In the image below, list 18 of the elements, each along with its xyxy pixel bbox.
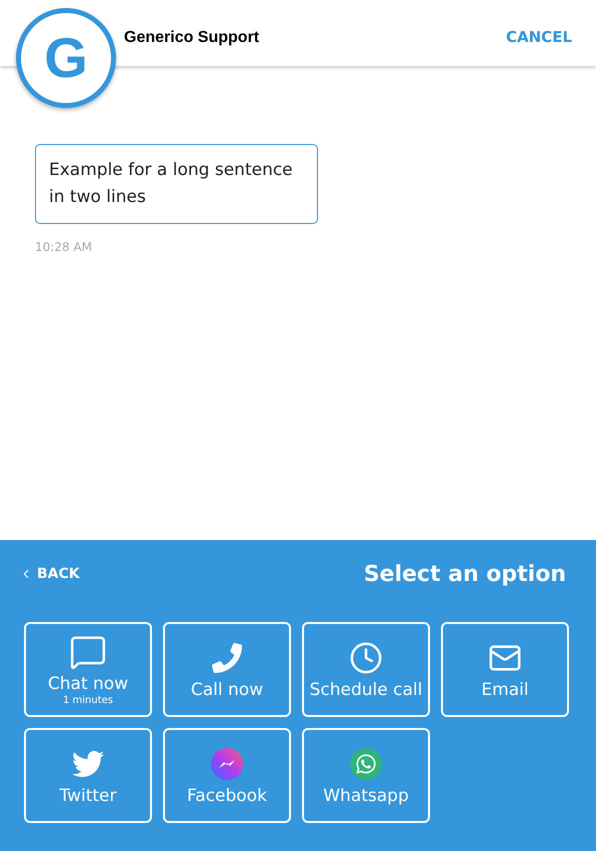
phone-icon (212, 642, 242, 672)
option-tile[interactable]: Call now (163, 622, 291, 717)
option-tile[interactable]: Facebook (163, 728, 291, 823)
cancel-button[interactable]: CANCEL (506, 26, 572, 48)
option-tile[interactable]: Email (441, 622, 569, 717)
option-tile[interactable]: Whatsapp (302, 728, 430, 823)
panel-title: Select an option (364, 560, 566, 588)
chat-title: Generico Support (124, 28, 260, 48)
message-bubble: Example for a long sentence in two lines (35, 144, 318, 224)
message-time: 10:28 AM (35, 239, 93, 256)
whatsapp-icon (350, 748, 382, 780)
back-button[interactable]: BACK (19, 564, 80, 584)
wait-time: 1 minutes (62, 694, 114, 706)
option-tile[interactable]: Twitter (24, 728, 152, 823)
option-tile[interactable]: Schedule call (302, 622, 430, 717)
option-tile[interactable]: Chat now 1 minutes (24, 622, 152, 717)
messenger-icon (211, 748, 243, 780)
clock-icon (349, 640, 383, 674)
